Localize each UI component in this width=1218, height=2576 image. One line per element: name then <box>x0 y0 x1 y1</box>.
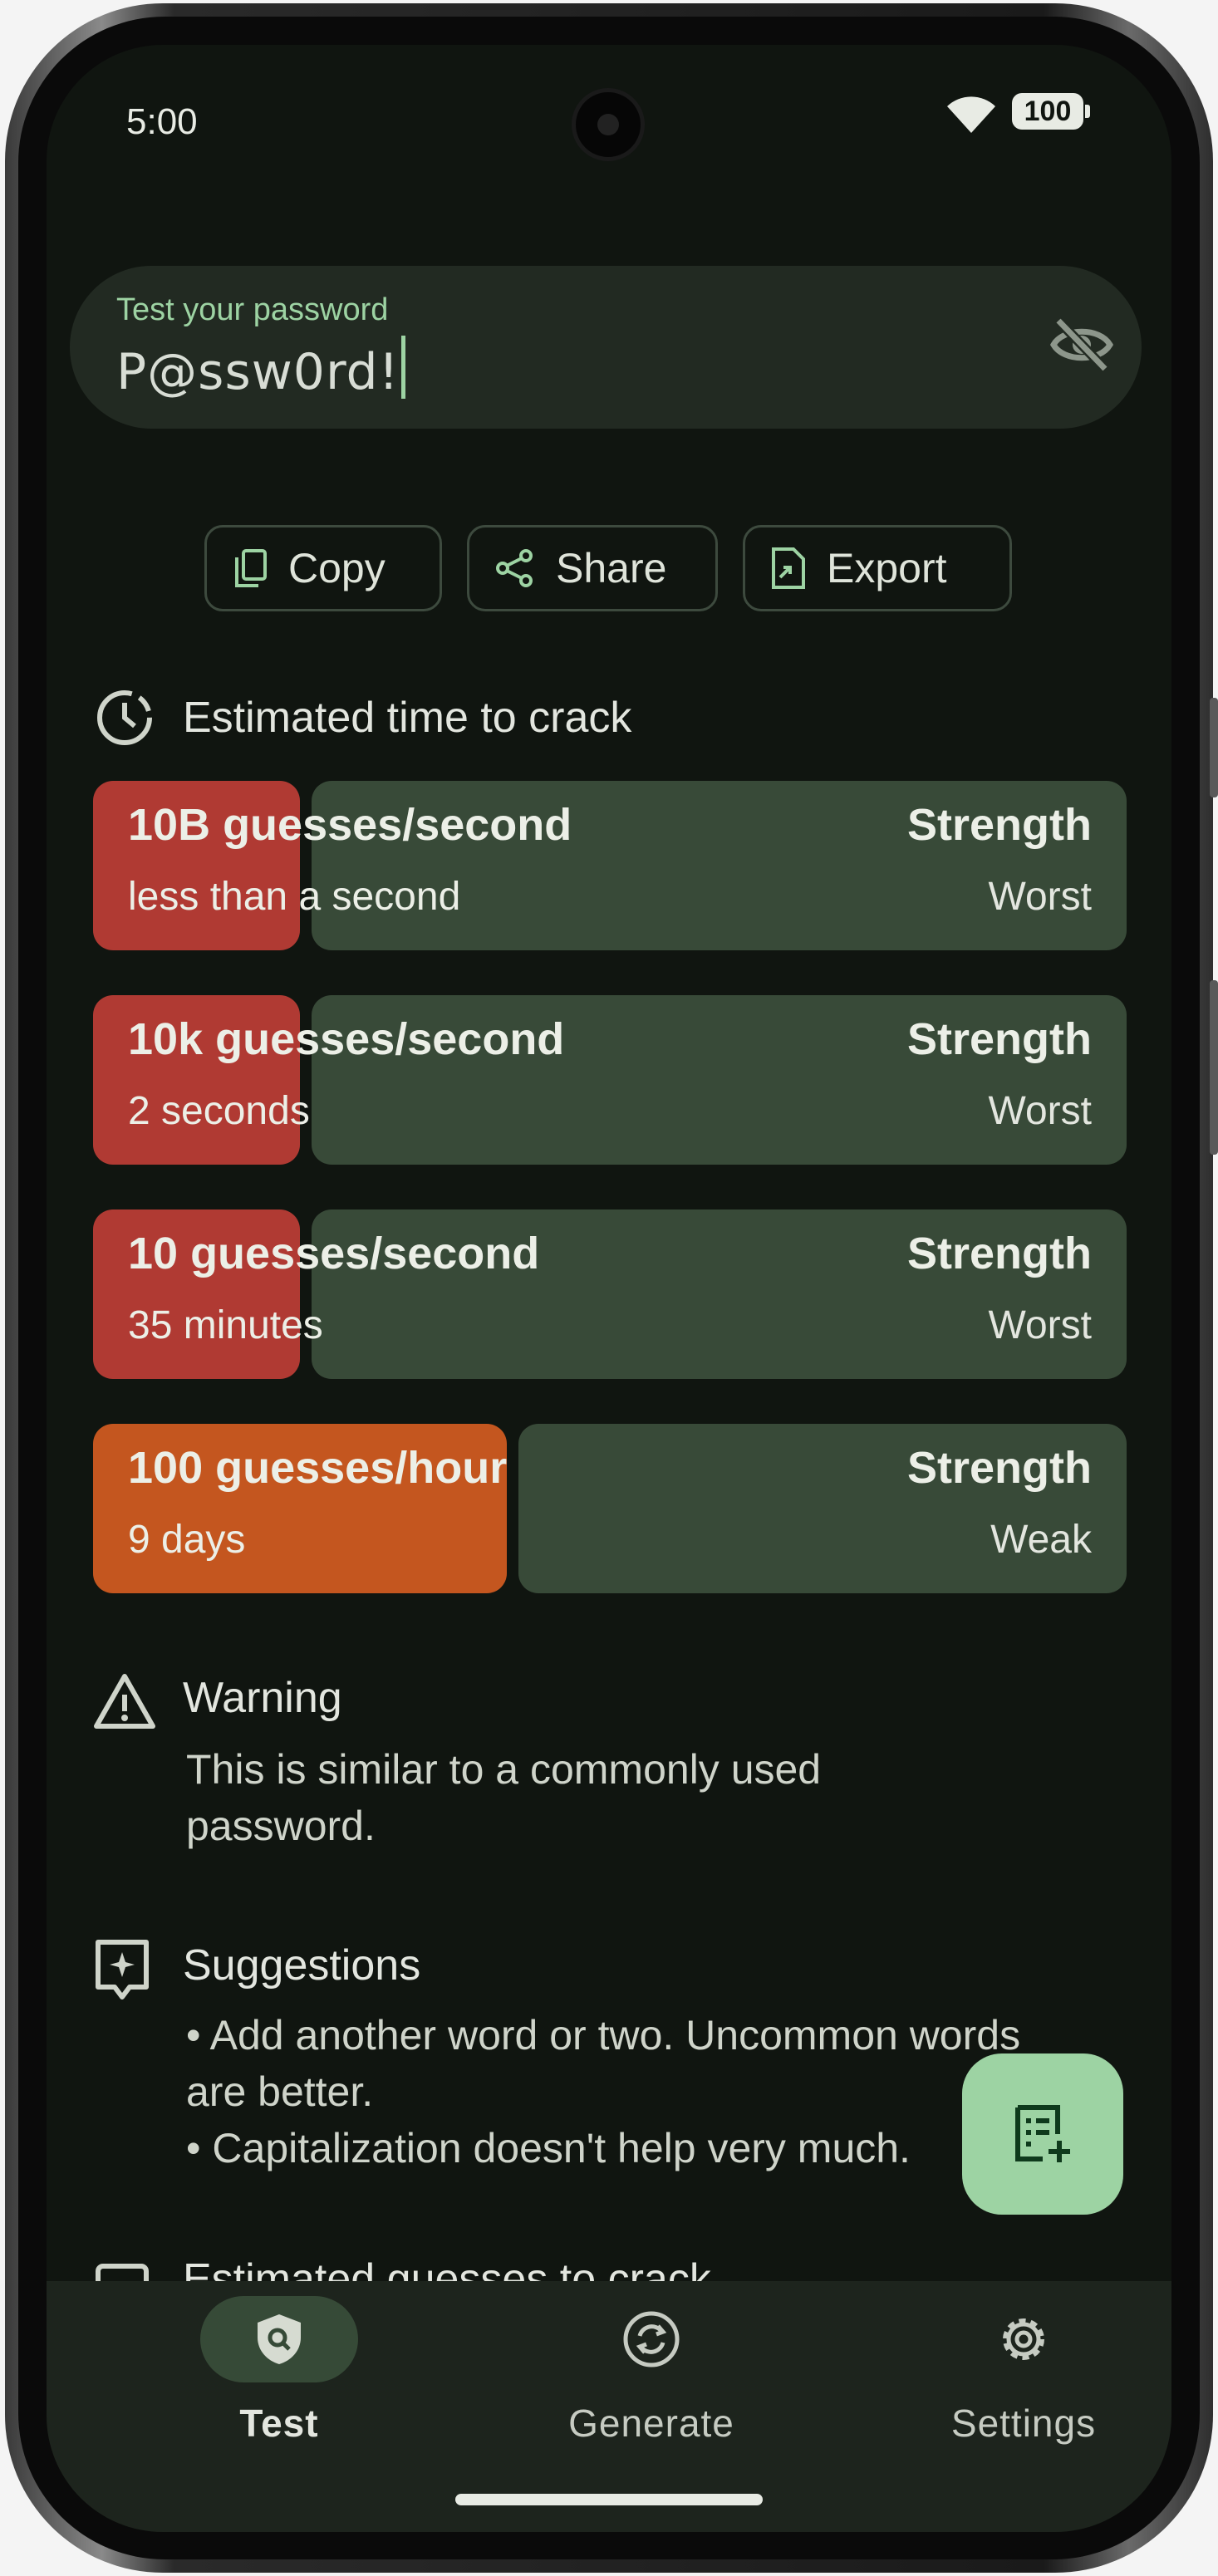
visibility-off-icon[interactable] <box>1049 316 1115 378</box>
nav-label-settings: Settings <box>950 2402 1097 2445</box>
guess-rate: 10 guesses/second <box>128 1229 540 1278</box>
password-value: P@ssw0rd! <box>116 343 400 401</box>
suggestions-icon <box>93 1937 151 2008</box>
copy-icon <box>235 549 267 587</box>
crack-time-heading: Estimated time to crack <box>183 694 632 742</box>
guess-rate: 10B guesses/second <box>128 800 572 850</box>
password-input[interactable]: P@ssw0rd! <box>116 336 405 401</box>
strength-value: Worst <box>988 1089 1092 1133</box>
crack-duration: 35 minutes <box>128 1303 323 1347</box>
side-button <box>1210 980 1218 1155</box>
share-label: Share <box>556 545 667 591</box>
strength-label: Strength <box>907 1443 1092 1493</box>
crack-time-row: 10B guesses/second less than a second Stre… <box>93 781 1127 950</box>
nav-active-indicator <box>200 2296 358 2382</box>
crack-time-row: 100 guesses/hour 9 days Strength Weak <box>93 1424 1127 1593</box>
nav-item-generate[interactable]: Generate <box>527 2296 776 2446</box>
text-cursor <box>400 336 405 399</box>
strength-value: Worst <box>988 875 1092 919</box>
strength-label: Strength <box>907 1229 1092 1278</box>
share-button[interactable]: Share <box>467 525 718 611</box>
side-button <box>1210 698 1218 797</box>
copy-label: Copy <box>288 545 386 591</box>
battery-indicator: 100 <box>1012 93 1090 130</box>
shield-search-icon <box>258 2314 301 2364</box>
crack-time-row: 10k guesses/second 2 seconds Strength Worst <box>93 995 1127 1165</box>
warning-title: Warning <box>183 1674 342 1722</box>
export-button[interactable]: Export <box>743 525 1012 611</box>
strength-label: Strength <box>907 800 1092 850</box>
home-indicator[interactable] <box>455 2494 763 2505</box>
gear-icon <box>1003 2318 1044 2360</box>
export-label: Export <box>827 545 947 591</box>
nav-item-settings[interactable]: Settings <box>899 2296 1148 2446</box>
copy-button[interactable]: Copy <box>204 525 442 611</box>
add-list-icon <box>1015 2105 1070 2162</box>
warning-text: This is similar to a commonly used passw… <box>186 1746 822 1849</box>
strength-label: Strength <box>907 1014 1092 1064</box>
warning-icon <box>93 1671 156 1735</box>
strength-value: Weak <box>990 1518 1092 1562</box>
nav-label-generate: Generate <box>568 2402 734 2445</box>
guess-rate: 10k guesses/second <box>128 1014 565 1064</box>
suggestion-item: • Add another word or two. Uncommon word… <box>186 2012 1021 2115</box>
nav-item-test[interactable]: Test <box>155 2296 404 2446</box>
password-field-label: Test your password <box>116 292 389 327</box>
export-file-icon <box>772 547 805 589</box>
share-icon <box>496 549 533 587</box>
front-camera <box>572 88 645 161</box>
nav-label-test: Test <box>239 2402 319 2445</box>
crack-duration: 2 seconds <box>128 1089 310 1133</box>
crack-time-row: 10 guesses/second 35 minutes Strength Worst <box>93 1209 1127 1379</box>
nav-icon-wrapper <box>572 2296 730 2382</box>
generate-refresh-icon <box>623 2311 680 2367</box>
status-time: 5:00 <box>126 101 198 142</box>
clock-icon <box>93 686 156 753</box>
guess-rate: 100 guesses/hour <box>128 1443 508 1493</box>
crack-duration: less than a second <box>128 875 461 919</box>
app-screen: 5:00 100 Test your password P@ssw0rd! Co… <box>47 45 1171 2532</box>
wifi-icon <box>945 95 997 139</box>
crack-duration: 9 days <box>128 1518 246 1562</box>
add-report-fab[interactable] <box>962 2053 1123 2215</box>
suggestions-title: Suggestions <box>183 1941 421 1990</box>
nav-icon-wrapper <box>945 2296 1103 2382</box>
strength-value: Worst <box>988 1303 1092 1347</box>
